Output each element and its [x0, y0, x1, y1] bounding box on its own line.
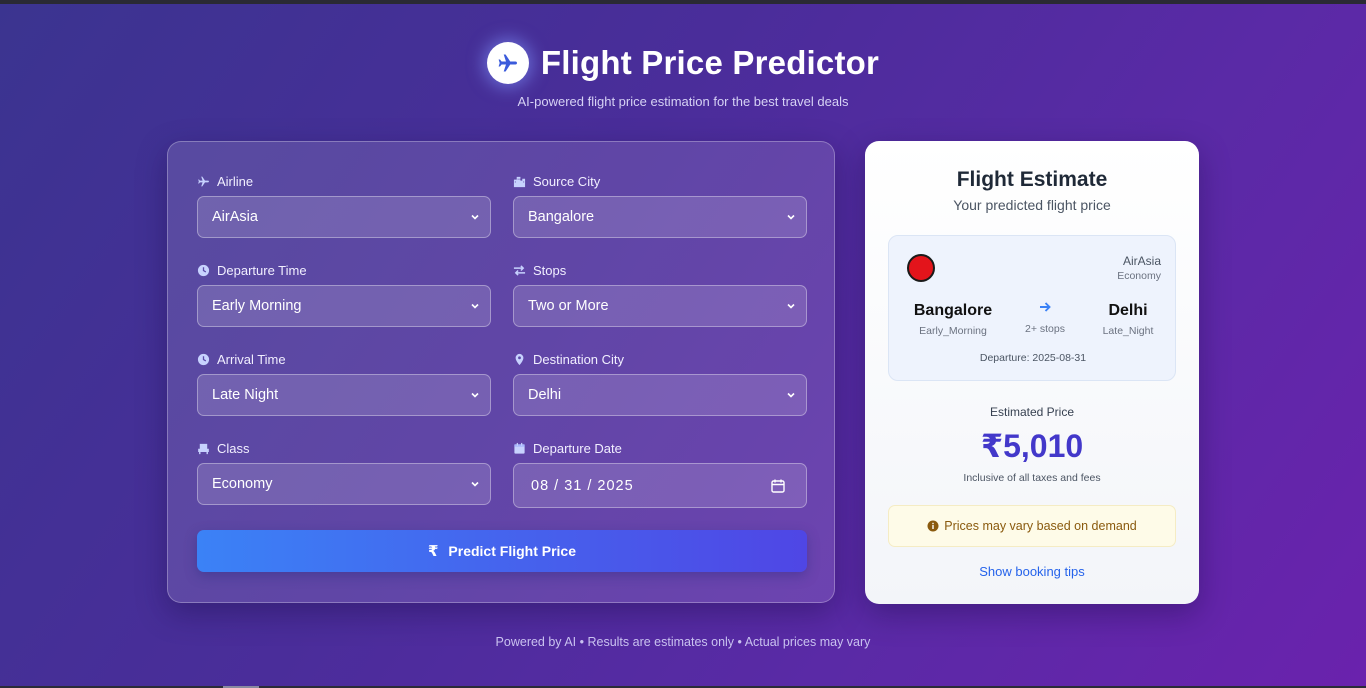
airline-label: Airline — [217, 173, 254, 189]
source-city-label: Source City — [533, 173, 601, 189]
source-city-field: Source City Bangalore — [513, 172, 807, 238]
departure-date-field: Departure Date 08 / 31 / 2025 — [513, 439, 807, 508]
window-top-bar — [0, 0, 1366, 4]
stops-label: Stops — [533, 262, 567, 278]
flight-form: Airline AirAsia Source City Bangalore De… — [167, 141, 835, 603]
stops-select[interactable]: Two or More — [513, 285, 807, 327]
destination-city-value: Delhi — [528, 387, 562, 403]
destination-city-label: Destination City — [533, 351, 625, 367]
predict-button-label: Predict Flight Price — [448, 543, 577, 559]
airline-logo — [907, 254, 935, 282]
page-subtitle: AI-powered flight price estimation for t… — [517, 94, 849, 109]
arrival-time-value: Late Night — [212, 387, 279, 403]
class-value: Economy — [212, 476, 273, 492]
plane-icon — [198, 176, 209, 186]
departure-date-value: 08 / 31 / 2025 — [531, 477, 634, 494]
class-label: Class — [217, 440, 250, 456]
result-subtitle: Your predicted flight price — [953, 197, 1111, 213]
airline-field: Airline AirAsia — [197, 172, 491, 238]
departure-time-select[interactable]: Early Morning — [197, 285, 491, 327]
page-footer: Powered by AI • Results are estimates on… — [495, 635, 871, 649]
ticket-source-time: Early_Morning — [919, 325, 987, 337]
departure-date-input[interactable]: 08 / 31 / 2025 — [513, 463, 807, 508]
source-city-select[interactable]: Bangalore — [513, 196, 807, 238]
class-field: Class Economy — [197, 439, 491, 505]
arrival-time-select[interactable]: Late Night — [197, 374, 491, 416]
info-icon — [927, 520, 939, 532]
departure-time-value: Early Morning — [212, 298, 302, 314]
ticket-airline: AirAsia — [1122, 254, 1161, 268]
estimated-price-label: Estimated Price — [989, 405, 1075, 419]
plane-icon — [486, 42, 529, 84]
ticket-departure: Departure: 2025-08-31 — [979, 352, 1087, 364]
stops-field: Stops Two or More — [513, 261, 807, 327]
map-pin-icon — [515, 353, 524, 365]
arrival-time-label: Arrival Time — [217, 351, 286, 367]
arrow-right-icon — [1040, 302, 1051, 312]
departure-time-label: Departure Time — [217, 262, 307, 278]
clock-icon — [197, 264, 210, 276]
result-card: Flight Estimate Your predicted flight pr… — [865, 141, 1199, 604]
class-select[interactable]: Economy — [197, 463, 491, 505]
price-note: Inclusive of all taxes and fees — [963, 472, 1101, 484]
ticket-source: Bangalore Early_Morning — [903, 302, 1003, 337]
exchange-icon — [513, 264, 526, 276]
predict-button[interactable]: ₹ Predict Flight Price — [197, 530, 807, 572]
stops-value: Two or More — [528, 298, 609, 314]
chevron-down-icon — [787, 303, 795, 309]
ticket-dest-time: Late_Night — [1102, 325, 1154, 337]
arrival-time-field: Arrival Time Late Night — [197, 350, 491, 416]
airline-select[interactable]: AirAsia — [197, 196, 491, 238]
ticket-stops: 2+ stops — [1025, 323, 1065, 335]
destination-city-select[interactable]: Delhi — [513, 374, 807, 416]
chevron-down-icon — [471, 214, 479, 220]
page-title: Flight Price Predictor — [540, 44, 880, 81]
source-city-value: Bangalore — [528, 209, 595, 225]
city-icon — [513, 176, 526, 187]
seat-icon — [198, 443, 209, 454]
ticket-source-city: Bangalore — [913, 302, 993, 319]
ticket-dest-city: Delhi — [1108, 302, 1148, 319]
ticket-destination: Delhi Late_Night — [1083, 302, 1173, 337]
calendar-icon — [514, 442, 525, 454]
clock-icon — [197, 353, 210, 365]
chevron-down-icon — [787, 392, 795, 398]
chevron-down-icon — [471, 481, 479, 487]
departure-time-field: Departure Time Early Morning — [197, 261, 491, 327]
booking-tips-link[interactable]: Show booking tips — [865, 564, 1199, 579]
chevron-down-icon — [471, 392, 479, 398]
result-title: Flight Estimate — [956, 168, 1108, 191]
title-row: Flight Price Predictor — [0, 40, 1366, 86]
calendar-icon[interactable] — [770, 478, 786, 494]
page-header: Flight Price Predictor AI-powered flight… — [0, 40, 1366, 109]
ticket-route: 2+ stops — [1007, 300, 1083, 335]
destination-city-field: Destination City Delhi — [513, 350, 807, 416]
departure-date-label: Departure Date — [533, 440, 622, 456]
chevron-down-icon — [787, 214, 795, 220]
estimated-price: ₹5,010 — [980, 428, 1084, 464]
price-warning: Prices may vary based on demand — [888, 505, 1176, 547]
airline-value: AirAsia — [212, 209, 258, 225]
ticket-class: Economy — [1117, 270, 1161, 282]
chevron-down-icon — [471, 303, 479, 309]
rupee-icon: ₹ — [427, 543, 439, 560]
price-warning-text: Prices may vary based on demand — [944, 519, 1137, 533]
flight-ticket: AirAsia Economy Bangalore Early_Morning … — [888, 235, 1176, 381]
